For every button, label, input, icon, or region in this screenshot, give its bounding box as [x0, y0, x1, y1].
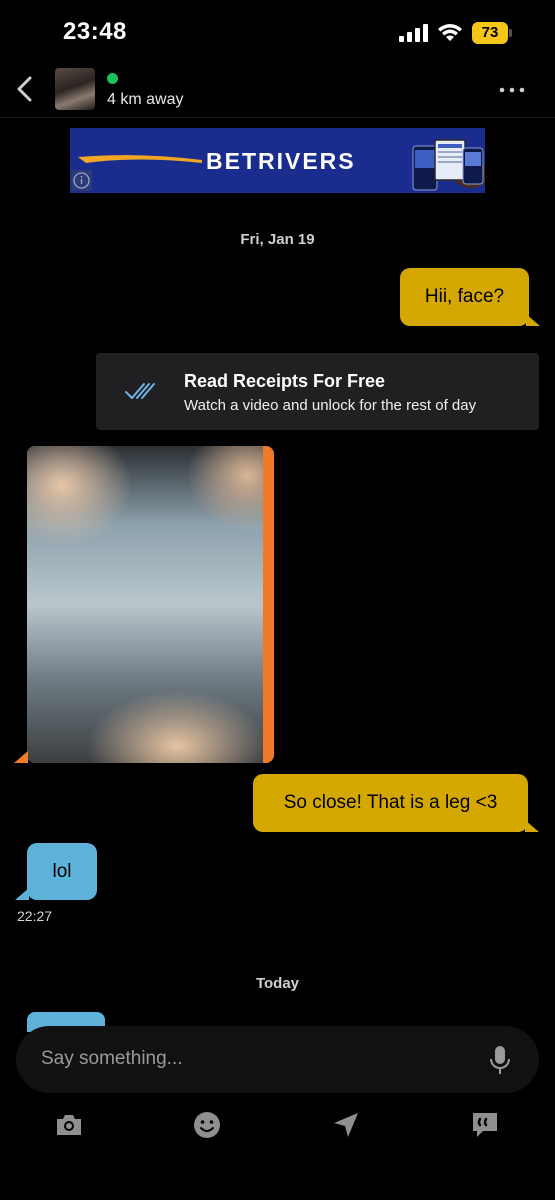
ad-info-icon[interactable]	[71, 170, 92, 191]
location-arrow-icon[interactable]	[330, 1109, 362, 1141]
status-bar: 23:48 73	[0, 0, 555, 62]
bubble-tail	[15, 888, 29, 900]
date-separator: Fri, Jan 19	[240, 231, 315, 248]
back-chevron-icon[interactable]	[10, 72, 40, 106]
message-text: So close! That is a leg <3	[283, 792, 498, 813]
battery-level: 73	[472, 22, 508, 44]
date-separator: Today	[255, 975, 300, 992]
bubble-tail	[14, 751, 28, 763]
ad-banner[interactable]: BETRIVERS	[70, 128, 485, 193]
outgoing-message[interactable]: Hii, face?	[400, 268, 529, 326]
promo-title: Read Receipts For Free	[184, 371, 386, 391]
bubble-tail	[526, 314, 540, 326]
message-text: Hii, face?	[424, 286, 505, 307]
status-time: 23:48	[63, 18, 127, 45]
battery-tip	[509, 29, 512, 37]
online-status-dot	[107, 73, 118, 84]
message-input[interactable]	[41, 1048, 461, 1070]
cellular-signal-icon	[399, 24, 428, 42]
saved-phrases-icon[interactable]	[469, 1109, 501, 1141]
chat-header: 4 km away	[0, 62, 555, 118]
message-timestamp: 22:27	[17, 908, 53, 924]
read-receipts-promo[interactable]: Read Receipts For Free Watch a video and…	[96, 353, 539, 430]
bubble-tail	[525, 820, 539, 832]
camera-icon[interactable]	[53, 1109, 85, 1141]
betrivers-swoosh-logo	[78, 155, 202, 163]
battery-indicator: 73	[472, 22, 512, 44]
profile-avatar[interactable]	[55, 68, 95, 110]
ad-brand-text: BETRIVERS	[206, 148, 356, 174]
smiley-icon[interactable]	[191, 1109, 223, 1141]
message-text: lol	[52, 860, 72, 882]
incoming-photo-message[interactable]	[27, 446, 274, 763]
promo-subtitle: Watch a video and unlock for the rest of…	[184, 397, 477, 414]
photo-image	[27, 446, 263, 763]
incoming-message[interactable]: lol	[27, 843, 97, 900]
more-options-icon[interactable]	[495, 80, 529, 100]
message-composer	[16, 1026, 539, 1093]
wifi-icon	[438, 24, 462, 41]
outgoing-message[interactable]: So close! That is a leg <3	[253, 774, 528, 832]
microphone-icon[interactable]	[488, 1044, 512, 1076]
double-check-icon	[125, 383, 155, 399]
profile-distance: 4 km away	[107, 91, 184, 108]
ad-devices-image	[405, 134, 485, 192]
